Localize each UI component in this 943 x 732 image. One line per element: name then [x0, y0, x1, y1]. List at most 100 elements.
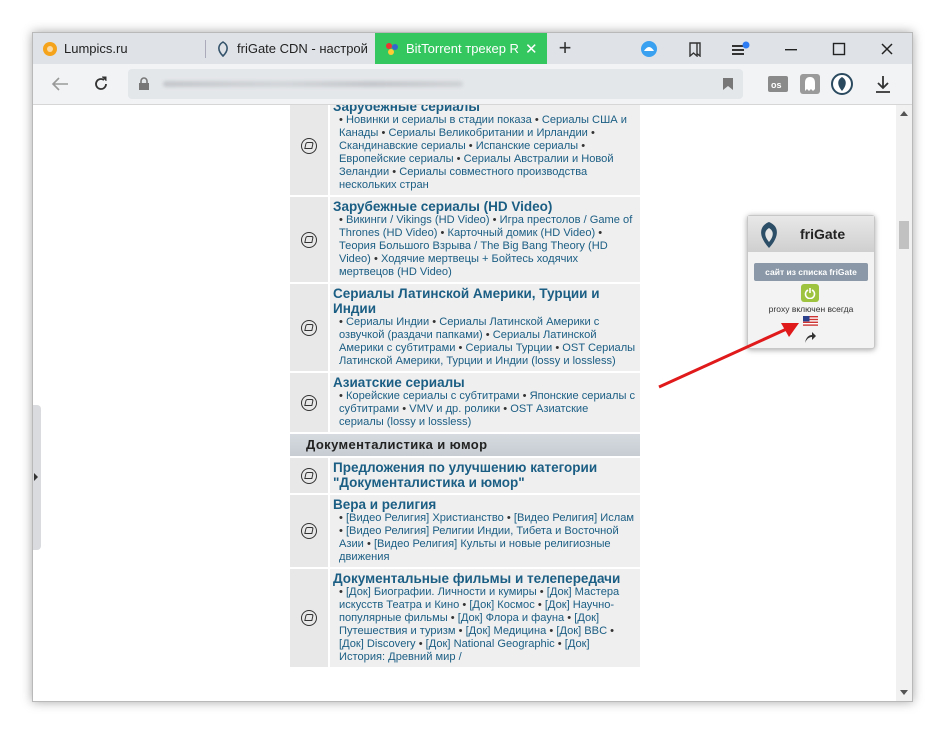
- minimize-icon[interactable]: [771, 33, 811, 64]
- forum-title-link[interactable]: Зарубежные сериалы (HD Video): [333, 199, 636, 214]
- bullet: •: [459, 599, 470, 611]
- subforum-list: • [Док] Биографии. Личности и кумиры • […: [333, 586, 636, 664]
- bullet: •: [519, 390, 530, 402]
- address-toolbar: os: [33, 64, 912, 105]
- blurred-url: [163, 81, 463, 87]
- bullet: •: [552, 342, 563, 354]
- forum-row: Сериалы Латинской Америки, Турции и Инди…: [290, 284, 640, 373]
- subforum-link[interactable]: [Видео Религия] Ислам: [514, 512, 634, 524]
- forum-text-cell: Вера и религия • [Видео Религия] Христиан…: [330, 495, 640, 567]
- forum-text-cell: Сериалы Латинской Америки, Турции и Инди…: [330, 284, 640, 371]
- vertical-scrollbar[interactable]: [896, 105, 912, 701]
- subforum-link[interactable]: [Док] National Geographic: [426, 638, 555, 650]
- forum-title-link[interactable]: Сериалы Латинской Америки, Турции и Инди…: [333, 286, 636, 316]
- forum-row: Документальные фильмы и телепередачи • [Д…: [290, 569, 640, 669]
- scroll-down-icon[interactable]: [900, 690, 908, 695]
- forum-status-icon: [301, 523, 317, 539]
- bookmark-icon[interactable]: [716, 72, 740, 96]
- tab-lumpics[interactable]: Lumpics.ru: [33, 33, 205, 64]
- subforum-link[interactable]: [Видео Религия] Культы и новые религиозн…: [339, 538, 611, 563]
- tab-label: Lumpics.ru: [64, 41, 128, 56]
- new-tab-button[interactable]: +: [553, 36, 577, 60]
- subforum-link[interactable]: [Док] Discovery: [339, 638, 416, 650]
- bittorrent-icon: [384, 41, 400, 57]
- forum-title-link[interactable]: Азиатские сериалы: [333, 375, 636, 390]
- forum-title-link[interactable]: Вера и религия: [333, 497, 636, 512]
- scroll-up-icon[interactable]: [900, 111, 908, 116]
- subforum-link[interactable]: [Видео Религия] Христианство: [346, 512, 504, 524]
- ghostery-icon[interactable]: [798, 72, 822, 96]
- subforum-link[interactable]: Европейские сериалы: [339, 153, 454, 165]
- subforum-link[interactable]: [Док] Биографии. Личности и кумиры: [346, 586, 537, 598]
- bookmarks-panel-icon[interactable]: [675, 33, 715, 64]
- subforum-link[interactable]: [Док] BBC: [556, 625, 607, 637]
- maximize-icon[interactable]: [819, 33, 859, 64]
- forum-text-cell: Азиатские сериалы • Корейские сериалы с с…: [330, 373, 640, 432]
- forum-text-cell: Зарубежные сериалы • Новинки и сериалы в …: [330, 105, 640, 195]
- bullet: •: [453, 153, 464, 165]
- subforum-link[interactable]: Испанские сериалы: [476, 140, 578, 152]
- subforum-link[interactable]: [Док] Космос: [469, 599, 534, 611]
- forum-status-icon: [301, 138, 317, 154]
- download-icon[interactable]: [871, 72, 895, 96]
- svg-text:os: os: [771, 80, 782, 90]
- scroll-thumb[interactable]: [899, 221, 909, 249]
- frigate-logo-icon: [761, 222, 777, 248]
- orange-circle-icon: [42, 41, 58, 57]
- bullet: •: [437, 227, 448, 239]
- forum-text-cell: Зарубежные сериалы (HD Video) • Викинги /…: [330, 197, 640, 282]
- back-button[interactable]: [47, 71, 73, 97]
- address-bar[interactable]: [128, 69, 743, 99]
- forum-row: Предложения по улучшению категории "Доку…: [290, 458, 640, 495]
- subforum-link[interactable]: Сериалы Турции: [465, 342, 552, 354]
- frigate-extension-icon[interactable]: [830, 72, 854, 96]
- subforum-link[interactable]: Карточный домик (HD Video): [448, 227, 596, 239]
- forum-row: Зарубежные сериалы (HD Video) • Викинги /…: [290, 197, 640, 284]
- alice-icon[interactable]: [629, 33, 669, 64]
- lock-icon[interactable]: [138, 77, 150, 96]
- subforum-link[interactable]: VMV и др. ролики: [409, 403, 500, 415]
- forum-icon-cell: [290, 197, 330, 282]
- forum-status-icon: [301, 610, 317, 626]
- forum-status-icon: [301, 467, 317, 484]
- bullet: •: [370, 253, 381, 265]
- forum-title-link[interactable]: Документальные фильмы и телепередачи: [333, 571, 636, 586]
- bullet: •: [339, 114, 346, 126]
- bullet: •: [363, 538, 374, 550]
- menu-icon[interactable]: [721, 33, 761, 64]
- bullet: •: [554, 638, 565, 650]
- tab-frigate[interactable]: friGate CDN - настрой: [206, 33, 374, 64]
- subforum-link[interactable]: Сериалы Великобритании и Ирландии: [388, 127, 587, 139]
- lastpass-icon[interactable]: os: [766, 72, 790, 96]
- bullet: •: [339, 390, 346, 402]
- subforum-link[interactable]: Викинги / Vikings (HD Video): [346, 214, 490, 226]
- forum-title-link[interactable]: Предложения по улучшению категории "Доку…: [333, 460, 636, 490]
- power-icon[interactable]: [801, 284, 819, 302]
- subforum-link[interactable]: Корейские сериалы с субтитрами: [346, 390, 520, 402]
- reload-button[interactable]: [88, 71, 114, 97]
- subforum-list: • Новинки и сериалы в стадии показа • Се…: [333, 114, 636, 192]
- frigate-list-button[interactable]: сайт из списка friGate: [754, 263, 868, 281]
- forum-list: Зарубежные сериалы • Новинки и сериалы в …: [290, 105, 640, 669]
- bullet: •: [339, 586, 346, 598]
- bullet: •: [429, 316, 440, 328]
- browser-window: Lumpics.ru friGate CDN - настрой BitTorr…: [32, 32, 913, 702]
- bullet: •: [546, 625, 557, 637]
- subforum-link[interactable]: Сериалы Индии: [346, 316, 429, 328]
- subforum-link[interactable]: [Док] Медицина: [466, 625, 547, 637]
- bullet: •: [489, 214, 500, 226]
- subforum-link[interactable]: [Док] Флора и фауна: [458, 612, 564, 624]
- tab-bittorrent[interactable]: BitTorrent трекер R ✕: [375, 33, 547, 64]
- forum-icon-cell: [290, 105, 330, 195]
- page-viewport: Зарубежные сериалы • Новинки и сериалы в …: [33, 105, 896, 701]
- close-window-icon[interactable]: [867, 33, 907, 64]
- subforum-link[interactable]: Новинки и сериалы в стадии показа: [346, 114, 532, 126]
- forum-title-link[interactable]: Зарубежные сериалы: [333, 105, 636, 114]
- bullet: •: [595, 227, 603, 239]
- close-tab-icon[interactable]: ✕: [525, 40, 538, 58]
- forum-row: Азиатские сериалы • Корейские сериалы с с…: [290, 373, 640, 434]
- subforum-list: • [Видео Религия] Христианство • [Видео …: [333, 512, 636, 564]
- forum-row: Зарубежные сериалы • Новинки и сериалы в …: [290, 105, 640, 197]
- subforum-link[interactable]: Скандинавские сериалы: [339, 140, 466, 152]
- category-header[interactable]: Документалистика и юмор: [290, 434, 640, 458]
